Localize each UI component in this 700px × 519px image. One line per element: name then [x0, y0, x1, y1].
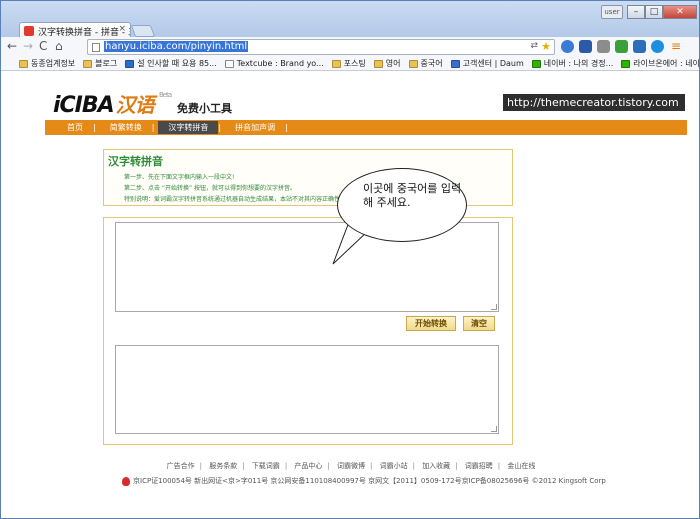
folder-icon — [19, 59, 28, 68]
bookmark-item[interactable]: Textcube : Brand yo... — [224, 57, 324, 70]
window-controls: user – □ ✕ — [601, 5, 697, 19]
watermark: http://themecreator.tistory.com — [503, 94, 685, 111]
address-bar[interactable]: hanyu.iciba.com/pinyin.html ⇄ ★ — [87, 39, 555, 55]
reload-icon[interactable]: C — [39, 39, 47, 53]
instructions-title: 汉字转拼音 — [108, 155, 163, 168]
minimize-icon[interactable]: – — [627, 5, 645, 19]
browser-window: 汉字转换拼音 - 拼音 - 五笔 × user – □ ✕ ← → C ⌂ ha… — [0, 0, 700, 519]
extension-download-icon[interactable] — [633, 40, 646, 53]
new-tab-button[interactable] — [130, 25, 156, 37]
speech-bubble-text: 이곳에 중국어를 입력해 주세요. — [363, 182, 462, 209]
title-bar: 汉字转换拼音 - 拼音 - 五笔 × user – □ ✕ — [1, 1, 699, 39]
folder-icon — [83, 59, 93, 68]
browser-toolbar: ← → C ⌂ hanyu.iciba.com/pinyin.html ⇄ ★ … — [1, 37, 699, 57]
naver-icon — [531, 59, 541, 68]
site-logo[interactable]: iCIBA 汉语 Beta — [53, 89, 172, 118]
footer-link[interactable]: 产品中心 — [294, 462, 322, 470]
maximize-icon[interactable]: □ — [645, 5, 663, 19]
nav-traditional-simplified[interactable]: 简繁转换 — [100, 121, 152, 134]
extension-power-icon[interactable] — [651, 40, 664, 53]
bookmark-star-icon[interactable]: ★ — [541, 40, 551, 53]
extension-check-icon[interactable] — [615, 40, 628, 53]
user-profile-button[interactable]: user — [601, 5, 623, 19]
chinese-input-textarea[interactable] — [115, 222, 499, 312]
nav-divider: | — [285, 123, 288, 132]
daum-icon — [450, 59, 460, 68]
footer-link[interactable]: 词霸微博 — [337, 462, 365, 470]
footer-copyright: 京ICP证100054号 新出网证<京>字011号 京公网安备110108400… — [119, 476, 606, 486]
folder-icon — [331, 59, 341, 68]
folder-icon — [408, 59, 418, 68]
extension-box-icon[interactable] — [597, 40, 610, 53]
logo-cn: 汉语 — [115, 93, 155, 117]
convert-button[interactable]: 开始转换 — [406, 316, 456, 331]
home-icon[interactable]: ⌂ — [55, 39, 63, 53]
footer-links: 广告合作 | 服务条款 | 下载词霸 | 产品中心 | 词霸微博 | 词霸小站 | 加入收藏… — [166, 462, 536, 470]
footer-link[interactable]: 词霸小站 — [380, 462, 408, 470]
extension-shield-icon[interactable] — [579, 40, 592, 53]
bookmark-item[interactable]: 설 인사할 때 요용 85... — [125, 57, 217, 70]
bookmarks-bar: 동종업계정보 블로그 설 인사할 때 요용 85... Textcube : B… — [1, 57, 699, 71]
police-badge-icon — [122, 476, 130, 486]
instruction-step-2: 第二步、点击 “开始转换” 按钮，就可以得到你想要的汉字拼音。 — [124, 185, 297, 192]
footer-link[interactable]: 下载词霸 — [252, 462, 280, 470]
bookmark-item[interactable]: 중국어 — [408, 57, 443, 70]
bookmark-item[interactable]: 블로그 — [83, 57, 117, 70]
extension-search-icon[interactable] — [561, 40, 574, 53]
menu-icon[interactable]: ≡ — [671, 39, 681, 53]
nav-pinyin-tones[interactable]: 拼音加声调 — [225, 121, 285, 134]
logo-text: iCIBA — [53, 93, 115, 118]
converter-panel: 开始转换 清空 — [103, 217, 513, 445]
page-icon — [224, 59, 234, 68]
pinyin-output-textarea[interactable] — [115, 345, 499, 434]
nav-divider: | — [218, 123, 222, 132]
site-subtitle: 免费小工具 — [177, 102, 232, 115]
nav-divider: | — [151, 123, 155, 132]
nav-hanzi-to-pinyin[interactable]: 汉字转拼音 — [158, 121, 219, 134]
page-icon — [92, 43, 100, 52]
favicon-icon — [24, 26, 34, 36]
forward-icon[interactable]: → — [23, 39, 33, 53]
resize-handle-icon[interactable] — [491, 304, 497, 310]
bookmark-item[interactable]: 포스팅 — [331, 57, 366, 70]
copyright-text: 京ICP证100054号 新出网证<京>字011号 京公网安备110108400… — [133, 477, 606, 485]
bookmark-item[interactable]: 고객센터 | Daum — [450, 57, 524, 70]
footer-link[interactable]: 加入收藏 — [422, 462, 450, 470]
instruction-step-1: 第一步、先在下面文字框内输入一段中文! — [124, 174, 235, 181]
footer-link[interactable]: 金山在线 — [507, 462, 535, 470]
folder-icon — [373, 59, 383, 68]
naver-icon — [621, 59, 631, 68]
back-icon[interactable]: ← — [7, 39, 17, 53]
bookmark-item[interactable]: 라이브온에어 : 네이... — [621, 57, 699, 70]
nav-divider: | — [93, 123, 96, 132]
footer-link[interactable]: 服务条款 — [209, 462, 237, 470]
site-nav: 首页 | 简繁转换 | 汉字转拼音 | 拼音加声调 | — [45, 120, 687, 135]
footer-link[interactable]: 广告合作 — [167, 462, 195, 470]
bookmark-item[interactable]: 영어 — [373, 57, 401, 70]
translate-icon[interactable]: ⇄ — [530, 41, 538, 51]
close-window-icon[interactable]: ✕ — [663, 5, 697, 19]
beta-label: Beta — [159, 91, 172, 99]
bookmark-item[interactable]: 네이버 : 나의 경정... — [531, 57, 613, 70]
url-text: hanyu.iciba.com/pinyin.html — [104, 41, 249, 52]
clear-button[interactable]: 清空 — [463, 316, 495, 331]
bookmark-item[interactable]: 동종업계정보 — [19, 57, 75, 70]
web-page: iCIBA 汉语 Beta 免费小工具 http://themecreator.t… — [1, 72, 699, 518]
tab-close-icon[interactable]: × — [118, 24, 126, 34]
nav-home[interactable]: 首页 — [57, 121, 93, 134]
footer-link[interactable]: 词霸招聘 — [465, 462, 493, 470]
resize-handle-icon[interactable] — [491, 426, 497, 432]
site-icon — [125, 59, 135, 68]
